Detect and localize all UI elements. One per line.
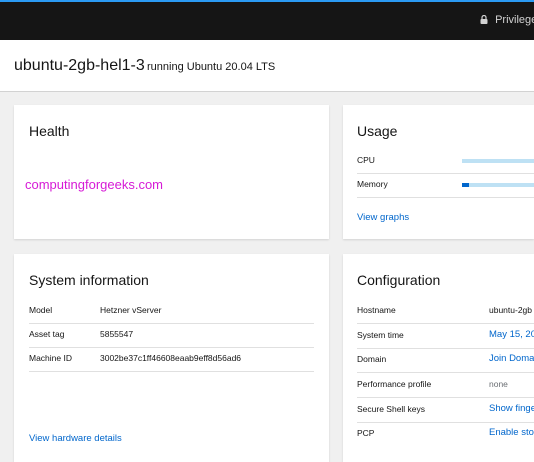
top-bar: Privileged: [0, 0, 534, 40]
watermark-text: computingforgeeks.com: [25, 177, 164, 192]
join-domain-link[interactable]: Join Doma: [489, 353, 534, 364]
health-card: Health: [14, 105, 329, 239]
config-row-hostname: Hostname ubuntu-2gb: [357, 299, 534, 324]
show-fingerprints-link[interactable]: Show finge: [489, 403, 534, 414]
health-title: Health: [29, 123, 70, 139]
top-accent-line: [0, 0, 534, 2]
system-info-row: Asset tag 5855547: [29, 323, 314, 348]
usage-row-memory: Memory: [357, 173, 534, 198]
usage-card: Usage CPU Memory View graphs: [343, 105, 534, 239]
privileged-label: Privileged: [495, 14, 534, 26]
model-label: Model: [29, 305, 53, 315]
machine-id-label: Machine ID: [29, 353, 72, 363]
asset-tag-value: 5855547: [100, 329, 134, 339]
domain-label: Domain: [357, 354, 387, 364]
system-info-title: System information: [29, 272, 149, 288]
host-header: ubuntu-2gb-hel1-3 running Ubuntu 20.04 L…: [0, 40, 534, 92]
machine-id-value: 3002be37c1ff46608eaab9eff8d56ad6: [100, 353, 242, 363]
asset-tag-label: Asset tag: [29, 329, 65, 339]
host-os: running Ubuntu 20.04 LTS: [147, 61, 276, 73]
config-row-domain: Domain Join Doma: [357, 348, 534, 373]
performance-profile-label: Performance profile: [357, 379, 432, 389]
config-row-performance-profile: Performance profile none: [357, 373, 534, 398]
hostname-value: ubuntu-2gb: [489, 305, 533, 315]
configuration-title: Configuration: [357, 272, 441, 288]
enable-storage-link[interactable]: Enable sto: [489, 427, 534, 438]
usage-title: Usage: [357, 123, 398, 139]
view-graphs-link[interactable]: View graphs: [357, 212, 409, 223]
usage-row-cpu: CPU: [357, 149, 534, 174]
pcp-label: PCP: [357, 428, 375, 438]
memory-usage-fill: [462, 183, 470, 187]
hostname-label: Hostname: [357, 305, 396, 315]
performance-profile-value[interactable]: none: [489, 379, 508, 389]
config-row-ssh-keys: Secure Shell keys Show finge: [357, 398, 534, 423]
memory-usage-bar: [462, 183, 534, 187]
system-time-link[interactable]: May 15, 20: [489, 329, 534, 340]
view-hardware-details-link[interactable]: View hardware details: [29, 433, 122, 444]
model-value: Hetzner vServer: [100, 305, 162, 315]
config-row-pcp: PCP Enable sto: [357, 422, 534, 446]
config-row-system-time: System time May 15, 20: [357, 324, 534, 349]
privileged-indicator[interactable]: Privileged: [480, 14, 534, 26]
cpu-usage-bar: [462, 159, 534, 163]
cpu-label: CPU: [357, 155, 375, 165]
system-info-row: Model Hetzner vServer: [29, 299, 314, 324]
system-info-row: Machine ID 3002be37c1ff46608eaab9eff8d56…: [29, 347, 314, 372]
system-info-card: System information Model Hetzner vServer…: [14, 254, 329, 462]
host-name: ubuntu-2gb-hel1-3: [14, 57, 145, 74]
system-time-label: System time: [357, 330, 404, 340]
lock-icon: [480, 14, 495, 26]
configuration-card: Configuration Hostname ubuntu-2gb System…: [343, 254, 534, 462]
ssh-keys-label: Secure Shell keys: [357, 404, 426, 414]
memory-label: Memory: [357, 179, 388, 189]
